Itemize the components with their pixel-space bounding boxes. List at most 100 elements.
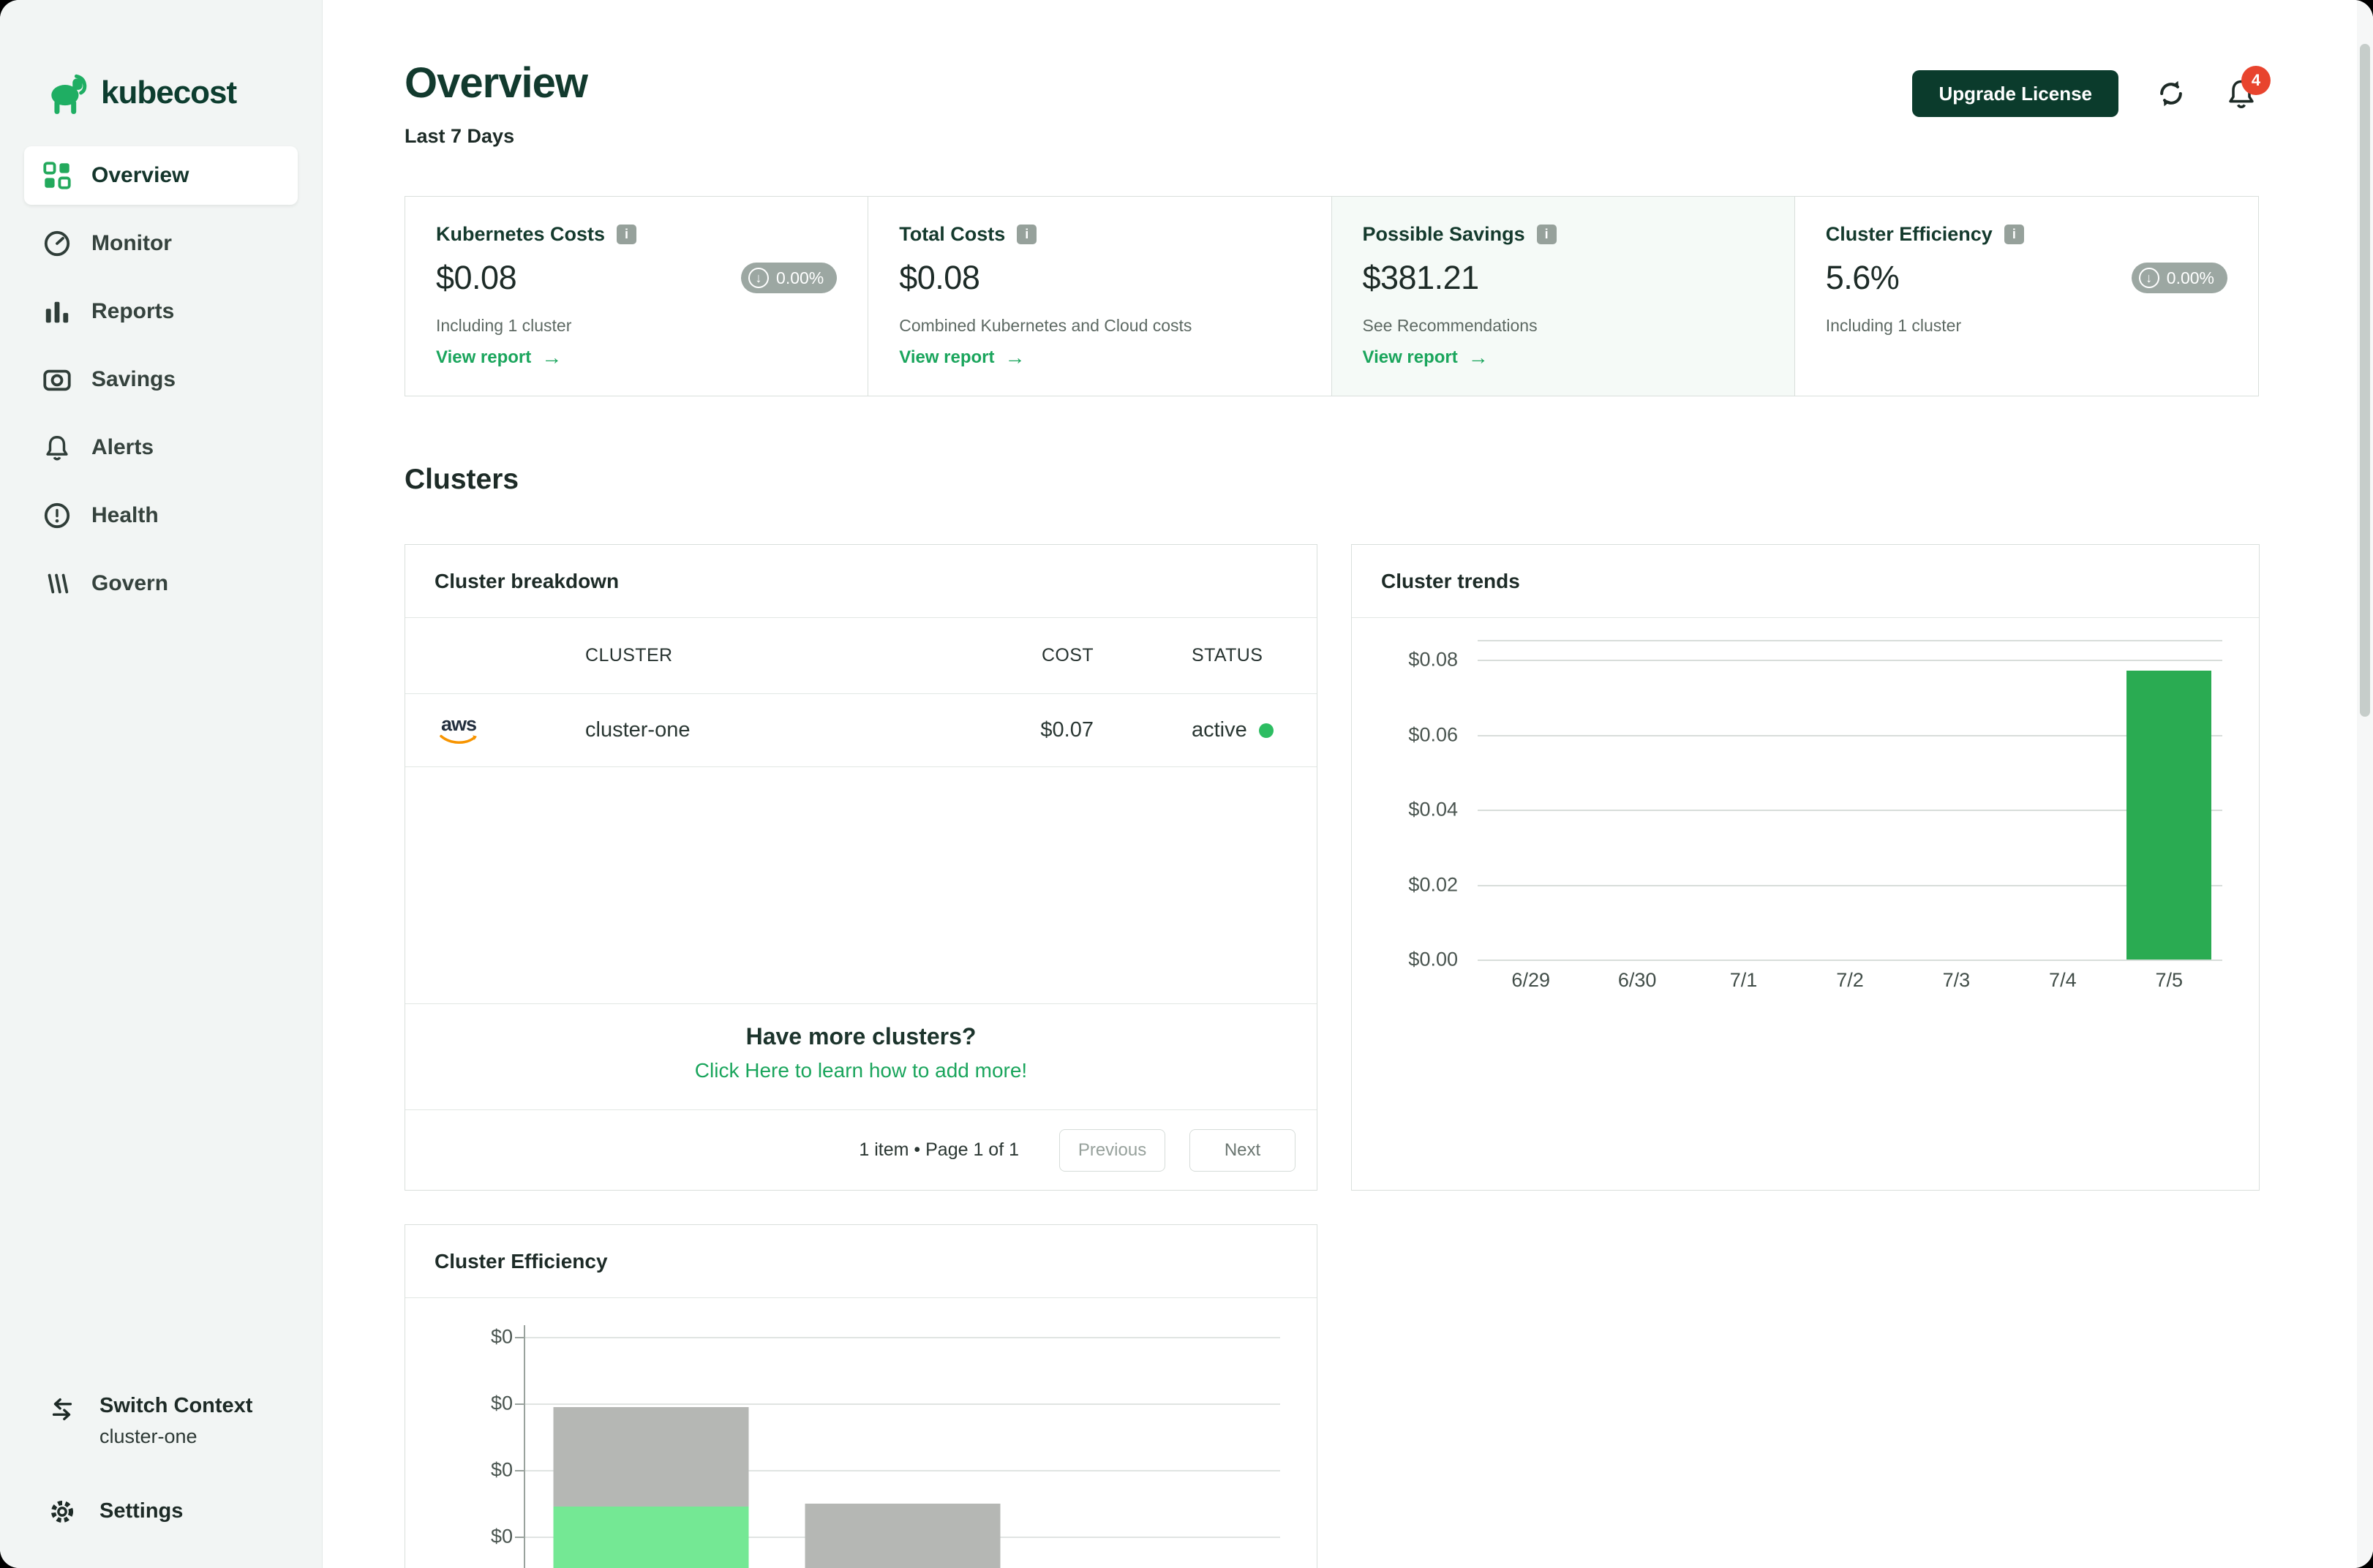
add-clusters-link[interactable]: Click Here to learn how to add more! xyxy=(405,1059,1317,1082)
stats-row: Kubernetes Costs $0.08 0.00% Including 1… xyxy=(405,196,2259,396)
cluster-breakdown-card: Cluster breakdown CLUSTER COST STATUS aw… xyxy=(405,544,1317,1191)
bar xyxy=(805,1504,1001,1568)
cluster-name: cluster-one xyxy=(585,718,878,742)
bar-column xyxy=(2009,660,2116,960)
cluster-efficiency-card: Cluster Efficiency $0$0$0$0$0 xyxy=(405,1224,1317,1568)
stat-value: $0.08 xyxy=(899,259,979,297)
page-title: Overview xyxy=(405,59,587,108)
stat-value: $381.21 xyxy=(1363,259,1479,297)
scrollbar-thumb[interactable] xyxy=(2360,44,2370,717)
refresh-icon xyxy=(2155,78,2187,110)
sidebar-item-label: Monitor xyxy=(91,231,172,256)
cluster-trends-chart: $0.08$0.06$0.04$0.02$0.00 xyxy=(1478,660,2222,960)
stat-title: Cluster Efficiency xyxy=(1826,223,1993,246)
bars xyxy=(1478,660,2222,960)
view-report-link[interactable]: View report xyxy=(1363,346,1764,369)
notifications-button[interactable]: 4 xyxy=(2224,76,2259,111)
info-icon[interactable] xyxy=(617,225,636,244)
date-range-label: Last 7 Days xyxy=(405,125,587,148)
notification-count-badge: 4 xyxy=(2241,66,2271,95)
y-axis-label: $0.04 xyxy=(1408,799,1458,821)
y-axis-label: $0 xyxy=(491,1392,513,1415)
page-header: Overview Last 7 Days Upgrade License xyxy=(405,59,2259,148)
cluster-breakdown-title: Cluster breakdown xyxy=(405,545,1317,618)
down-arrow-icon xyxy=(2139,268,2159,288)
sidebar-nav: Overview Monitor Reports xyxy=(0,146,322,613)
bar-column xyxy=(1797,660,1903,960)
sidebar-item-label: Govern xyxy=(91,571,168,596)
sidebar-footer: Switch Context cluster-one Settings xyxy=(0,1385,322,1534)
column-cluster: CLUSTER xyxy=(585,645,878,666)
sidebar: kubecost Overview Monitor xyxy=(0,0,323,1568)
table-footer: 1 item • Page 1 of 1 Previous Next xyxy=(405,1109,1317,1190)
sidebar-item-label: Alerts xyxy=(91,435,154,460)
y-axis-label: $0.02 xyxy=(1408,873,1458,896)
refresh-button[interactable] xyxy=(2154,76,2189,111)
sidebar-item-label: Overview xyxy=(91,163,189,188)
stat-subtext: Including 1 cluster xyxy=(436,316,837,336)
more-clusters-title: Have more clusters? xyxy=(405,1023,1317,1050)
change-badge: 0.00% xyxy=(2132,263,2227,293)
bar-column xyxy=(777,1337,1028,1568)
brand-name: kubecost xyxy=(101,75,236,111)
next-page-button[interactable]: Next xyxy=(1189,1129,1295,1172)
info-icon[interactable] xyxy=(1017,225,1037,244)
view-report-link[interactable]: View report xyxy=(899,346,1300,369)
sidebar-item-govern[interactable]: Govern xyxy=(24,554,298,613)
bars xyxy=(525,1337,1280,1568)
pagination-text: 1 item • Page 1 of 1 xyxy=(859,1139,1019,1161)
sidebar-item-health[interactable]: Health xyxy=(24,486,298,545)
info-icon[interactable] xyxy=(1537,225,1557,244)
stat-value: 5.6% xyxy=(1826,259,1900,297)
bar-column xyxy=(2116,660,2222,960)
savings-icon xyxy=(43,366,71,393)
empty-space xyxy=(405,767,1317,1003)
settings-label: Settings xyxy=(99,1499,183,1523)
bar-column xyxy=(1903,660,2009,960)
switch-context-button[interactable]: Switch Context cluster-one xyxy=(31,1385,291,1457)
cluster-efficiency-title: Cluster Efficiency xyxy=(405,1225,1317,1298)
bar xyxy=(2126,671,2211,960)
kubecost-logo[interactable]: kubecost xyxy=(47,70,322,116)
table-header: CLUSTER COST STATUS xyxy=(405,618,1317,694)
sidebar-item-alerts[interactable]: Alerts xyxy=(24,418,298,477)
x-axis-label: 7/3 xyxy=(1903,969,2009,992)
stat-card-kubernetes-costs: Kubernetes Costs $0.08 0.00% Including 1… xyxy=(405,197,868,396)
cluster-status: active xyxy=(1094,718,1287,742)
column-status: STATUS xyxy=(1094,645,1287,666)
y-axis-label: $0 xyxy=(491,1326,513,1349)
more-clusters-section: Have more clusters? Click Here to learn … xyxy=(405,1003,1317,1109)
sidebar-item-savings[interactable]: Savings xyxy=(24,350,298,409)
y-axis-label: $0.06 xyxy=(1408,723,1458,746)
stat-card-possible-savings: Possible Savings $381.21 See Recommendat… xyxy=(1332,197,1795,396)
aws-logo: aws xyxy=(435,715,483,746)
bar-column xyxy=(525,1337,777,1568)
info-icon[interactable] xyxy=(2004,225,2024,244)
main-content: Overview Last 7 Days Upgrade License xyxy=(323,0,2373,1568)
settings-button[interactable]: Settings xyxy=(31,1488,291,1534)
table-row[interactable]: aws cluster-one $0.07 active xyxy=(405,694,1317,767)
stat-subtext: See Recommendations xyxy=(1363,316,1764,336)
stat-subtext: Including 1 cluster xyxy=(1826,316,2227,336)
stat-title: Possible Savings xyxy=(1363,223,1525,246)
stat-title: Total Costs xyxy=(899,223,1005,246)
stat-title: Kubernetes Costs xyxy=(436,223,605,246)
upgrade-license-button[interactable]: Upgrade License xyxy=(1912,70,2118,117)
view-report-link[interactable]: View report xyxy=(436,346,837,369)
sidebar-item-overview[interactable]: Overview xyxy=(24,146,298,205)
sidebar-item-reports[interactable]: Reports xyxy=(24,282,298,341)
sidebar-item-monitor[interactable]: Monitor xyxy=(24,214,298,273)
grid-icon xyxy=(43,162,71,189)
kubecost-goat-icon xyxy=(47,70,88,116)
bar-column xyxy=(1691,660,1797,960)
sidebar-item-label: Savings xyxy=(91,367,176,392)
gear-icon xyxy=(48,1498,76,1526)
switch-context-icon xyxy=(48,1395,76,1423)
cluster-trends-title: Cluster trends xyxy=(1352,545,2259,618)
header-actions: Upgrade License xyxy=(1912,70,2259,117)
previous-page-button[interactable]: Previous xyxy=(1059,1129,1165,1172)
change-badge: 0.00% xyxy=(741,263,837,293)
x-axis-label: 7/1 xyxy=(1691,969,1797,992)
stat-card-total-costs: Total Costs $0.08 Combined Kubernetes an… xyxy=(868,197,1331,396)
aws-smile-icon xyxy=(437,734,481,746)
